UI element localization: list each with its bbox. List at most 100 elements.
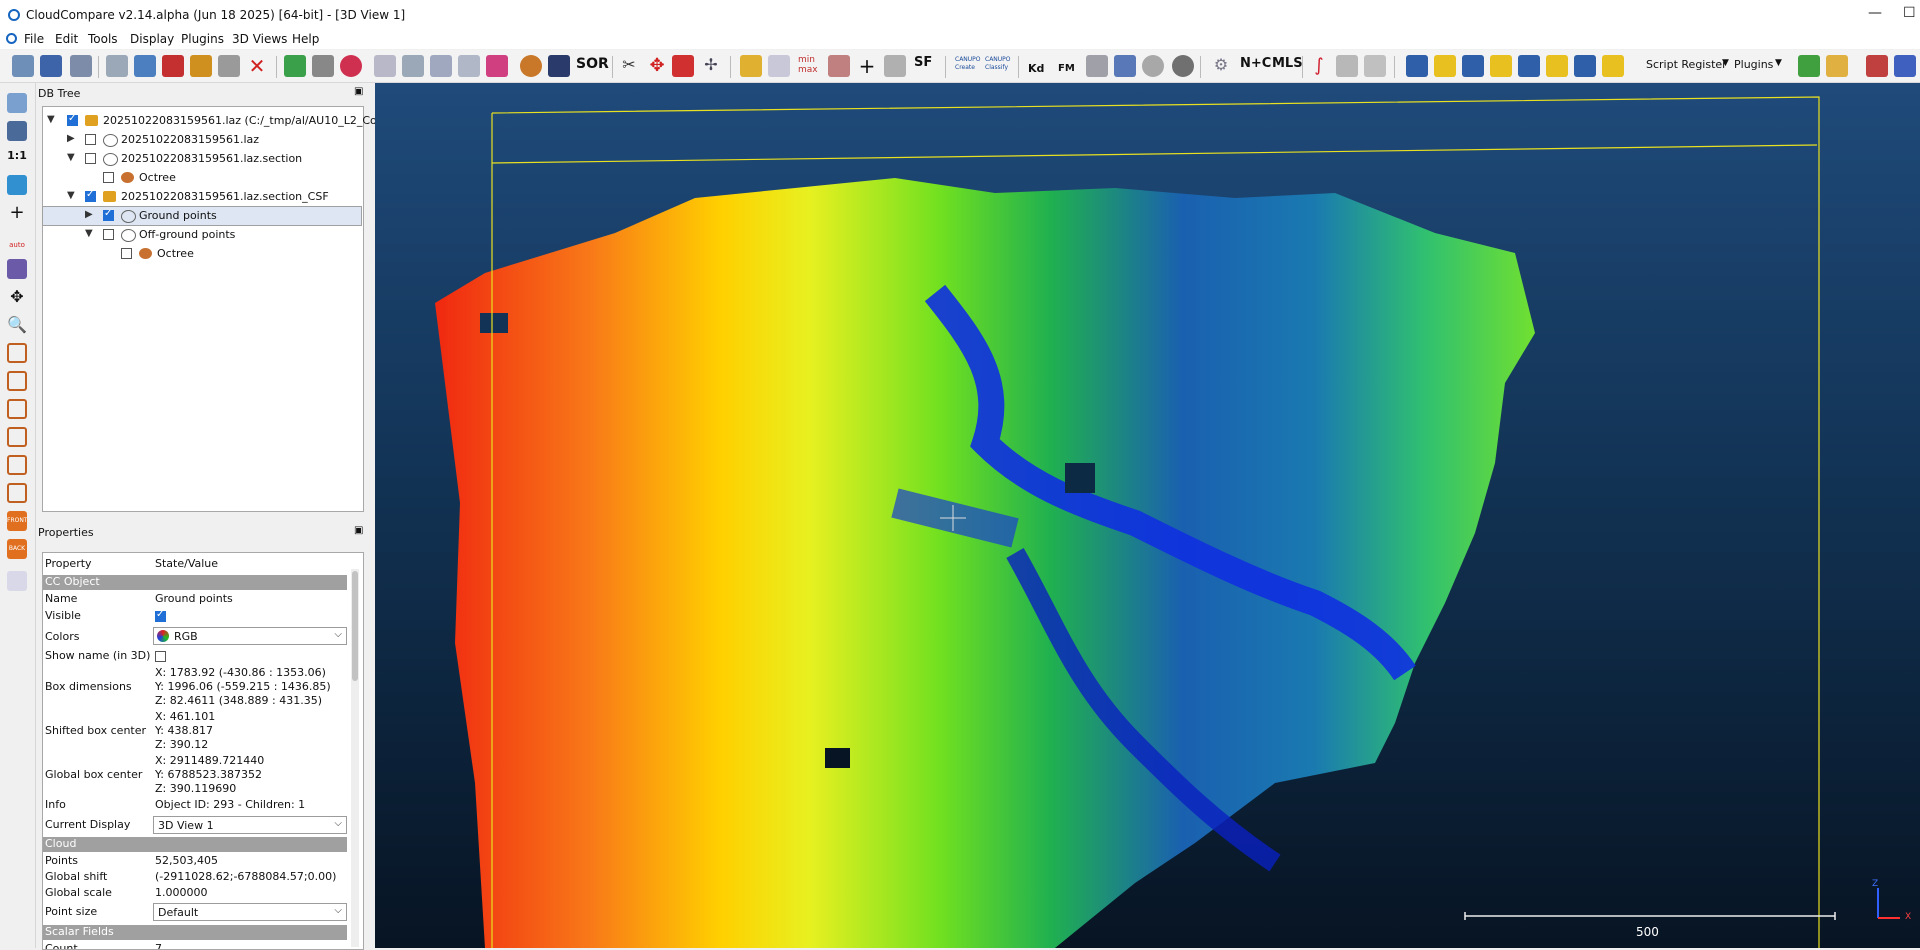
distance-icon[interactable]	[402, 55, 424, 77]
view-right-icon[interactable]	[7, 455, 27, 475]
list-icon[interactable]	[134, 55, 156, 77]
layers-icon[interactable]	[1114, 55, 1136, 77]
move-icon[interactable]: ✥	[7, 287, 27, 307]
pick-icon[interactable]: ✢	[700, 55, 722, 77]
auto-pivot-button[interactable]: auto	[7, 231, 27, 251]
extra-plugin-2-icon[interactable]	[1826, 55, 1848, 77]
histogram-icon[interactable]	[740, 55, 762, 77]
open-icon[interactable]	[12, 55, 34, 77]
colors-select[interactable]: RGB ⌵	[153, 627, 347, 645]
kd-button[interactable]: Kd	[1028, 62, 1044, 75]
fm-button[interactable]: FM	[1058, 63, 1075, 74]
python-1-icon[interactable]	[1406, 55, 1428, 77]
maximize-button[interactable]: ☐	[1903, 5, 1916, 21]
box-icon[interactable]	[1086, 55, 1108, 77]
minmax-button[interactable]: min max	[798, 55, 820, 75]
view-front-icon[interactable]	[7, 371, 27, 391]
menu-file[interactable]: File	[24, 32, 44, 46]
merge-icon[interactable]	[190, 55, 212, 77]
visible-checkbox[interactable]	[155, 609, 166, 622]
menu-plugins[interactable]: Plugins	[181, 32, 224, 46]
script-register-dropdown-icon[interactable]: ▼	[1722, 58, 1729, 68]
view-left-icon[interactable]	[7, 399, 27, 419]
front-iso-button[interactable]: FRONT	[7, 511, 28, 531]
tree-item-off-ground-points[interactable]: ▼ Off-ground points	[43, 226, 361, 244]
plugins-dropdown-icon[interactable]: ▼	[1775, 58, 1782, 68]
tree-item-section-csf[interactable]: ▼ 20251022083159561.laz.section_CSF	[43, 188, 361, 206]
c2c-icon[interactable]	[458, 55, 480, 77]
curve-icon[interactable]: ∫	[1308, 55, 1330, 77]
section-plugin-icon[interactable]	[1364, 55, 1386, 77]
rotate-icon[interactable]	[7, 175, 27, 195]
segment-icon[interactable]	[672, 55, 694, 77]
normals-icon[interactable]	[312, 55, 334, 77]
menu-help[interactable]: Help	[292, 32, 319, 46]
minimize-button[interactable]: —	[1868, 5, 1882, 21]
properties-scrollbar[interactable]	[351, 569, 359, 947]
python-5-icon[interactable]	[1518, 55, 1540, 77]
3d-view[interactable]: 500 Z X	[375, 83, 1920, 948]
perspective-icon[interactable]	[7, 259, 27, 279]
c2m-icon[interactable]	[430, 55, 452, 77]
paint-icon[interactable]	[520, 55, 542, 77]
menu-display[interactable]: Display	[130, 32, 174, 46]
python-3-icon[interactable]	[1462, 55, 1484, 77]
db-tree-float-icon[interactable]: ▣	[354, 86, 363, 104]
tree-item-root[interactable]: ▼ 20251022083159561.laz (C:/_tmp/al/AU10…	[43, 112, 387, 130]
tree-item-laz[interactable]: ▶ 20251022083159561.laz	[43, 131, 361, 149]
canupo-classify-button[interactable]: CANUPO Classify	[985, 56, 1011, 72]
zoom-icon[interactable]: 🔍	[7, 315, 27, 335]
zoom-1to1-button[interactable]: 1:1	[7, 149, 27, 169]
extra-plugin-3-icon[interactable]	[1866, 55, 1888, 77]
globe-icon[interactable]	[1172, 55, 1194, 77]
tree-item-octree-1[interactable]: Octree	[43, 169, 361, 187]
current-display-select[interactable]: 3D View 1 ⌵	[153, 816, 347, 834]
python-7-icon[interactable]	[1574, 55, 1596, 77]
python-8-icon[interactable]	[1602, 55, 1624, 77]
menu-tools[interactable]: Tools	[88, 32, 118, 46]
back-iso-button[interactable]: BACK	[7, 539, 27, 559]
plugin-settings-icon[interactable]	[106, 55, 128, 77]
mesh-icon[interactable]	[374, 55, 396, 77]
point-size-select[interactable]: Default ⌵	[153, 903, 347, 921]
view-top-icon[interactable]	[7, 343, 27, 363]
python-2-icon[interactable]	[1434, 55, 1456, 77]
extra-plugin-4-icon[interactable]	[1894, 55, 1916, 77]
translate-icon[interactable]: ✥	[646, 55, 668, 77]
crop-icon[interactable]	[162, 55, 184, 77]
view-bottom-icon[interactable]	[7, 483, 27, 503]
checker-icon[interactable]	[548, 55, 570, 77]
tree-item-section[interactable]: ▼ 20251022083159561.laz.section	[43, 150, 361, 168]
python-4-icon[interactable]	[1490, 55, 1512, 77]
name-value[interactable]: Ground points	[155, 592, 233, 605]
sample-points-icon[interactable]	[340, 55, 362, 77]
gear-plugin-icon[interactable]: ⚙	[1210, 55, 1232, 77]
sf-button[interactable]: SF	[914, 55, 932, 70]
show-name-checkbox[interactable]	[155, 651, 166, 662]
sf-arith-icon[interactable]	[884, 55, 906, 77]
screen-icon[interactable]	[7, 93, 27, 113]
subsample-icon[interactable]	[218, 55, 240, 77]
view-back-icon[interactable]	[7, 427, 27, 447]
plugins-dropdown[interactable]: Plugins	[1734, 58, 1773, 71]
stereo-icon[interactable]	[7, 571, 27, 591]
scatter-plugin-icon[interactable]	[1336, 55, 1358, 77]
camera-icon[interactable]	[7, 121, 27, 141]
register-icon[interactable]	[284, 55, 306, 77]
nc-button[interactable]: N+C	[1240, 56, 1271, 71]
pivot-icon[interactable]: +	[7, 203, 27, 223]
calculator-icon[interactable]	[828, 55, 850, 77]
scissors-icon[interactable]: ✂	[618, 55, 640, 77]
tree-item-ground-points[interactable]: ▶ Ground points	[42, 206, 362, 226]
script-register-button[interactable]: Script Register	[1646, 58, 1727, 71]
canupo-create-button[interactable]: CANUPO Create	[955, 56, 981, 72]
save-all-icon[interactable]	[70, 55, 92, 77]
cc-icon[interactable]	[486, 55, 508, 77]
add-icon[interactable]: +	[856, 55, 878, 77]
mls-button[interactable]: MLS	[1272, 56, 1303, 71]
extra-plugin-1-icon[interactable]	[1798, 55, 1820, 77]
menu-edit[interactable]: Edit	[55, 32, 78, 46]
properties-float-icon[interactable]: ▣	[354, 525, 363, 543]
python-6-icon[interactable]	[1546, 55, 1568, 77]
sor-button[interactable]: SOR	[576, 56, 609, 72]
